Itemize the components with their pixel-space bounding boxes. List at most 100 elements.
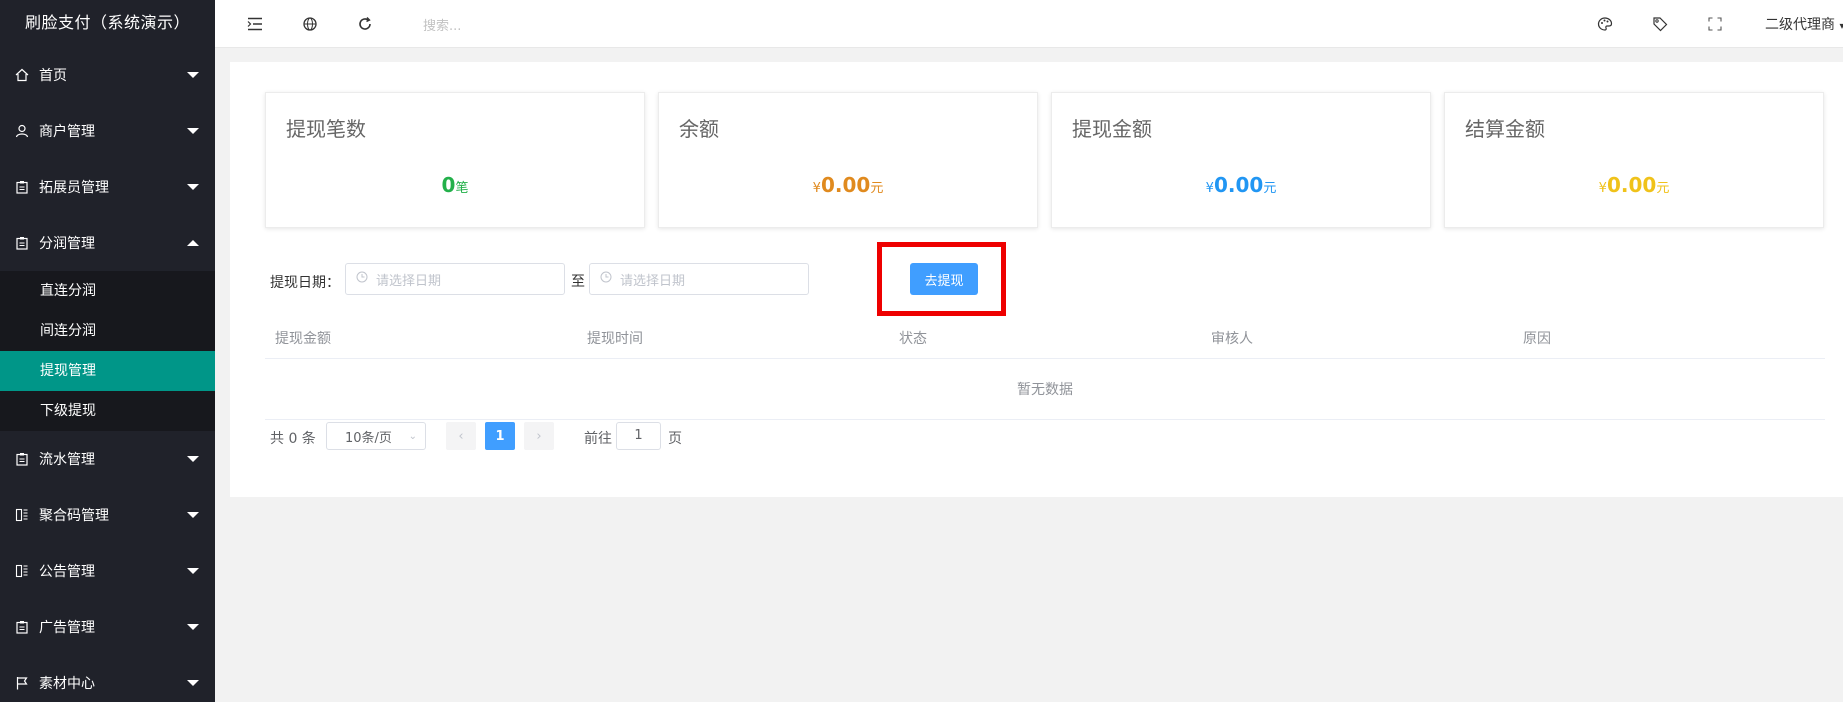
sidebar-item-label: 拓展员管理 [39,180,109,196]
stat-unit: 元 [1656,181,1670,196]
page-suffix-label: 页 [668,431,682,447]
column-header-status[interactable]: 状态 [899,328,927,348]
clock-icon [600,271,612,287]
stat-value: ¥0.00元 [1445,173,1823,197]
chevron-down-icon [187,512,199,518]
chevron-down-icon [187,184,199,190]
chevron-down-icon [187,128,199,134]
stat-number: 0 [441,173,456,197]
column-header-amount[interactable]: 提现金额 [275,328,331,348]
sidebar-item-label: 公告管理 [39,564,95,580]
app-title: 刷脸支付（系统演示） [24,13,190,32]
stat-currency: ¥ [812,181,821,196]
sidebar-item-label: 首页 [39,68,67,84]
clock-icon [356,271,368,287]
page-number-button[interactable]: 1 [485,422,515,450]
menu-toggle-icon[interactable] [245,14,265,34]
sidebar-item-ads[interactable]: 广告管理 [0,599,215,655]
stat-value: ¥0.00元 [659,173,1037,197]
end-date-placeholder: 请选择日期 [620,273,686,289]
clipboard-icon [15,180,29,194]
start-date-placeholder: 请选择日期 [376,273,442,289]
pagination-total: 共 0 条 [270,431,316,447]
chevron-down-icon [187,568,199,574]
sidebar-item-label: 素材中心 [39,676,95,692]
stat-number: 0.00 [1213,173,1264,197]
date-range-separator: 至 [571,274,585,290]
user-menu[interactable]: 二级代理商 ▾ [1765,14,1843,34]
stat-value: ¥0.00元 [1052,173,1430,197]
prev-page-button[interactable]: ‹ [446,422,476,450]
user-icon [15,124,29,138]
stat-unit: 元 [870,181,884,196]
sidebar: 刷脸支付（系统演示） 首页 商户管理 拓展员管理 分润管理 直连分润 间连分润 … [0,0,215,702]
sidebar-item-promoters[interactable]: 拓展员管理 [0,159,215,215]
stat-title: 提现笔数 [286,117,366,141]
refresh-icon[interactable] [355,14,375,34]
column-header-reason[interactable]: 原因 [1523,328,1551,348]
goto-label: 前往 [584,431,612,447]
stat-title: 结算金额 [1465,117,1545,141]
column-header-reviewer[interactable]: 审核人 [1211,328,1253,348]
sidebar-item-home[interactable]: 首页 [0,47,215,103]
column-header-time[interactable]: 提现时间 [587,328,643,348]
sidebar-item-materials[interactable]: 素材中心 [0,655,215,702]
stat-title: 提现金额 [1072,117,1152,141]
page-size-value: 10条/页 [345,430,392,446]
stat-unit: 笔 [455,181,469,196]
flag-icon [15,676,29,690]
sidebar-item-label: 广告管理 [39,620,95,636]
stat-card-withdraw-count: 提现笔数 0笔 [265,92,645,228]
stat-currency: ¥ [1598,181,1607,196]
sidebar-item-label: 流水管理 [39,452,95,468]
table-header: 提现金额 提现时间 状态 审核人 原因 [265,312,1825,359]
sidebar-item-merchants[interactable]: 商户管理 [0,103,215,159]
sidebar-item-sub-withdraw[interactable]: 下级提现 [0,391,215,431]
sidebar-item-label: 分润管理 [39,236,95,252]
goto-page-input[interactable]: 1 [616,422,661,450]
home-icon [15,68,29,82]
tag-icon[interactable] [1650,14,1670,34]
clipboard-icon [15,452,29,466]
sidebar-item-aggregate-code[interactable]: 聚合码管理 [0,487,215,543]
sidebar-item-profit-sharing[interactable]: 分润管理 [0,215,215,271]
globe-icon[interactable] [300,14,320,34]
sidebar-item-label: 聚合码管理 [39,508,109,524]
chevron-down-icon: ⌄ [408,431,417,442]
clipboard-icon [15,620,29,634]
chevron-down-icon [187,456,199,462]
user-name-label: 二级代理商 [1765,17,1835,33]
next-page-button[interactable]: › [524,422,554,450]
chevron-up-icon [187,240,199,246]
stat-card-withdraw-amount: 提现金额 ¥0.00元 [1051,92,1431,228]
chevron-down-icon: ▾ [1839,21,1843,32]
palette-icon[interactable] [1595,14,1615,34]
chevron-down-icon [187,624,199,630]
chevron-down-icon [187,680,199,686]
fullscreen-icon[interactable] [1705,14,1725,34]
stat-unit: 元 [1263,181,1277,196]
stat-value: 0笔 [266,173,644,197]
start-date-input[interactable]: 请选择日期 [345,263,565,295]
qrcode-icon [15,508,29,522]
top-header: 搜索... 二级代理商 ▾ [215,0,1843,48]
sidebar-item-transactions[interactable]: 流水管理 [0,431,215,487]
chevron-right-icon: › [536,428,542,444]
qrcode-icon [15,564,29,578]
main-content: 提现笔数 0笔 余额 ¥0.00元 提现金额 ¥0.00元 结算金额 ¥0.00… [230,62,1843,497]
highlight-annotation-box [877,242,1006,316]
search-input[interactable]: 搜索... [423,15,461,34]
stat-number: 0.00 [820,173,871,197]
stat-title: 余额 [679,117,719,141]
end-date-input[interactable]: 请选择日期 [589,263,809,295]
page-size-select[interactable]: 10条/页 ⌄ [326,422,426,450]
sidebar-item-withdraw-management[interactable]: 提现管理 [0,351,215,391]
sidebar-item-direct-profit[interactable]: 直连分润 [0,271,215,311]
sidebar-item-announcements[interactable]: 公告管理 [0,543,215,599]
chevron-down-icon [187,72,199,78]
chevron-left-icon: ‹ [458,428,464,444]
sidebar-item-indirect-profit[interactable]: 间连分润 [0,311,215,351]
table-empty-text: 暂无数据 [265,360,1825,420]
submenu-profit-sharing: 直连分润 间连分润 提现管理 下级提现 [0,271,215,431]
stat-currency: ¥ [1205,181,1214,196]
